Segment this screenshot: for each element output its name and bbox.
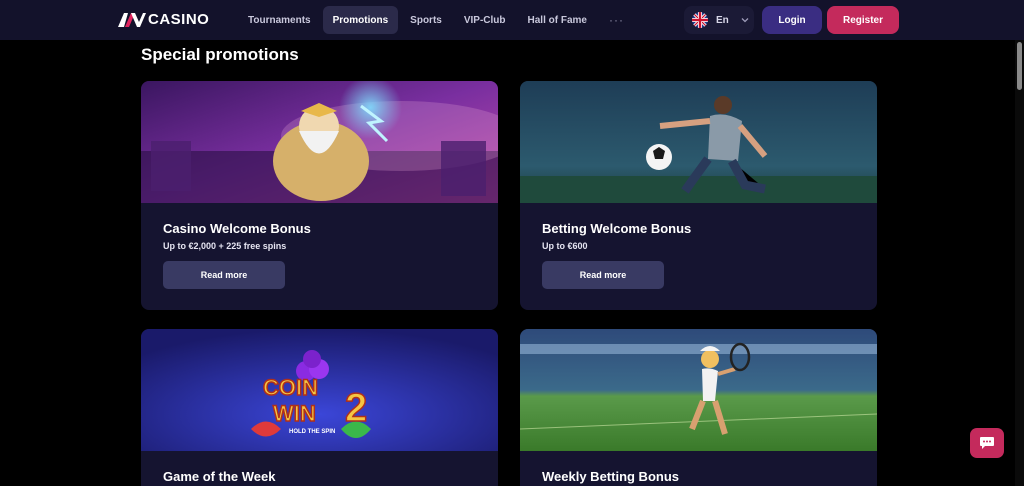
nav-tournaments[interactable]: Tournaments <box>238 6 321 34</box>
promo-title: Game of the Week <box>163 469 276 484</box>
page-title: Special promotions <box>141 45 299 64</box>
more-menu-icon[interactable]: ··· <box>599 6 634 34</box>
top-header: CASINO Tournaments Promotions Sports VIP… <box>0 0 1024 40</box>
brand-logo[interactable]: CASINO <box>118 11 209 28</box>
win-logo-word: WIN <box>273 401 316 426</box>
promo-title: Casino Welcome Bonus <box>163 221 311 236</box>
promo-subtitle: Up to €2,000 + 225 free spins <box>163 241 287 251</box>
chevron-down-icon <box>741 18 749 23</box>
promo-card-betting-welcome: Betting Welcome Bonus Up to €600 Read mo… <box>520 81 877 310</box>
promo-title: Weekly Betting Bonus <box>542 469 680 484</box>
uk-flag-icon <box>692 12 708 28</box>
brand-name: CASINO <box>148 11 210 28</box>
coin-win-promo-image: COIN WIN 2 HOLD THE SPIN <box>141 329 498 451</box>
chat-support-button[interactable] <box>970 428 1004 458</box>
promo-card-weekly-betting: Weekly Betting Bonus <box>520 329 877 486</box>
scrollbar-thumb[interactable] <box>1017 42 1022 90</box>
promo-card-casino-welcome: Casino Welcome Bonus Up to €2,000 + 225 … <box>141 81 498 310</box>
read-more-button[interactable]: Read more <box>542 261 664 289</box>
logo-number: 2 <box>345 386 367 430</box>
football-promo-image <box>520 81 877 203</box>
promo-title: Betting Welcome Bonus <box>542 221 692 236</box>
language-label: En <box>716 14 729 26</box>
promo-card-game-of-the-week: COIN WIN 2 HOLD THE SPIN Game of the Wee… <box>141 329 498 486</box>
register-button[interactable]: Register <box>827 6 899 34</box>
zeus-promo-image <box>141 81 498 203</box>
login-button[interactable]: Login <box>762 6 822 34</box>
chat-bubble-icon <box>980 437 994 449</box>
promo-subtitle: Up to €600 <box>542 241 588 251</box>
brand-mark-icon <box>118 12 146 27</box>
nav-hall-of-fame[interactable]: Hall of Fame <box>518 6 597 34</box>
coin-logo-word: COIN <box>263 375 318 400</box>
logo-tagline: HOLD THE SPIN <box>289 429 335 435</box>
main-nav: Tournaments Promotions Sports VIP-Club H… <box>238 6 634 34</box>
nav-promotions[interactable]: Promotions <box>322 6 399 34</box>
read-more-button[interactable]: Read more <box>163 261 285 289</box>
tennis-promo-image <box>520 329 877 451</box>
page-scrollbar[interactable] <box>1015 40 1024 486</box>
nav-sports[interactable]: Sports <box>400 6 452 34</box>
nav-vip-club[interactable]: VIP-Club <box>454 6 516 34</box>
language-selector[interactable]: En <box>684 6 754 34</box>
